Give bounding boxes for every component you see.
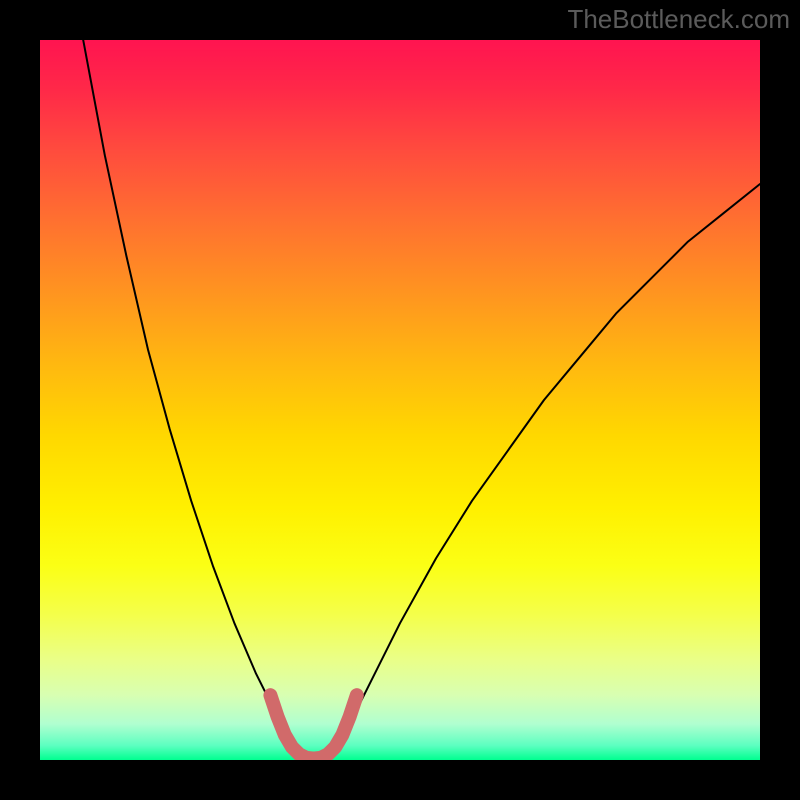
series-curve-right-arm <box>328 184 760 760</box>
watermark-text: TheBottleneck.com <box>567 4 790 35</box>
series-bottom-marker <box>270 695 356 758</box>
chart-container: TheBottleneck.com <box>0 0 800 800</box>
curves-svg <box>40 40 760 760</box>
series-curve-left-arm <box>83 40 299 760</box>
plot-area <box>40 40 760 760</box>
